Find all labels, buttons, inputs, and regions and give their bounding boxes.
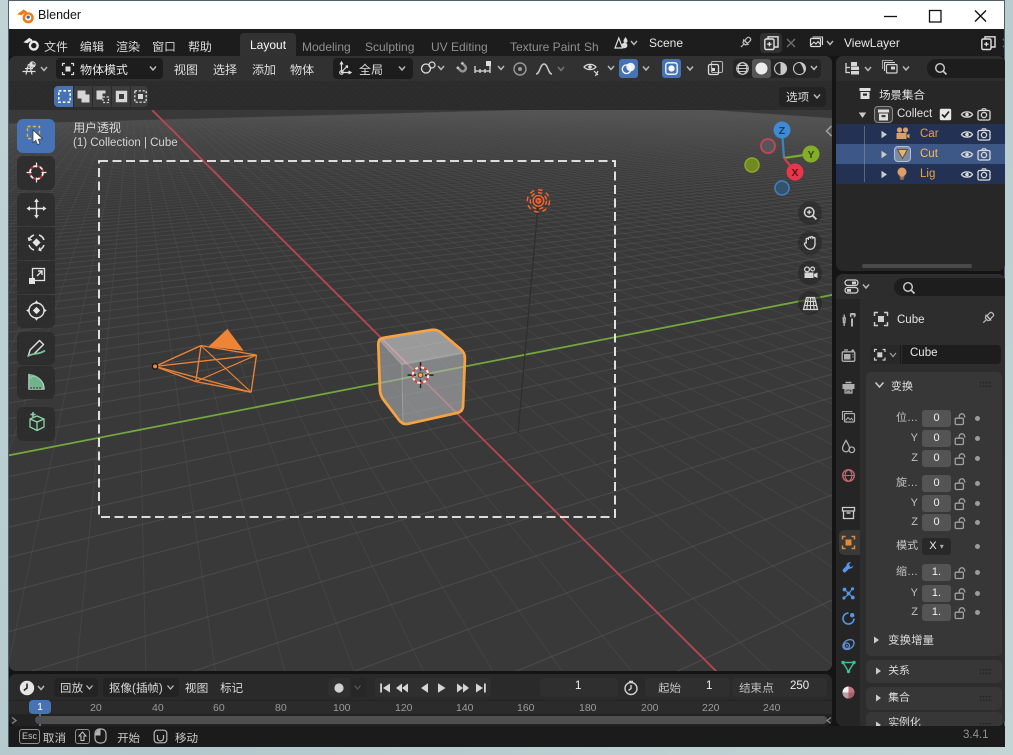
svg-text:Z: Z [779, 125, 786, 137]
svg-text:Y: Y [807, 149, 814, 161]
svg-text:X: X [791, 167, 798, 179]
